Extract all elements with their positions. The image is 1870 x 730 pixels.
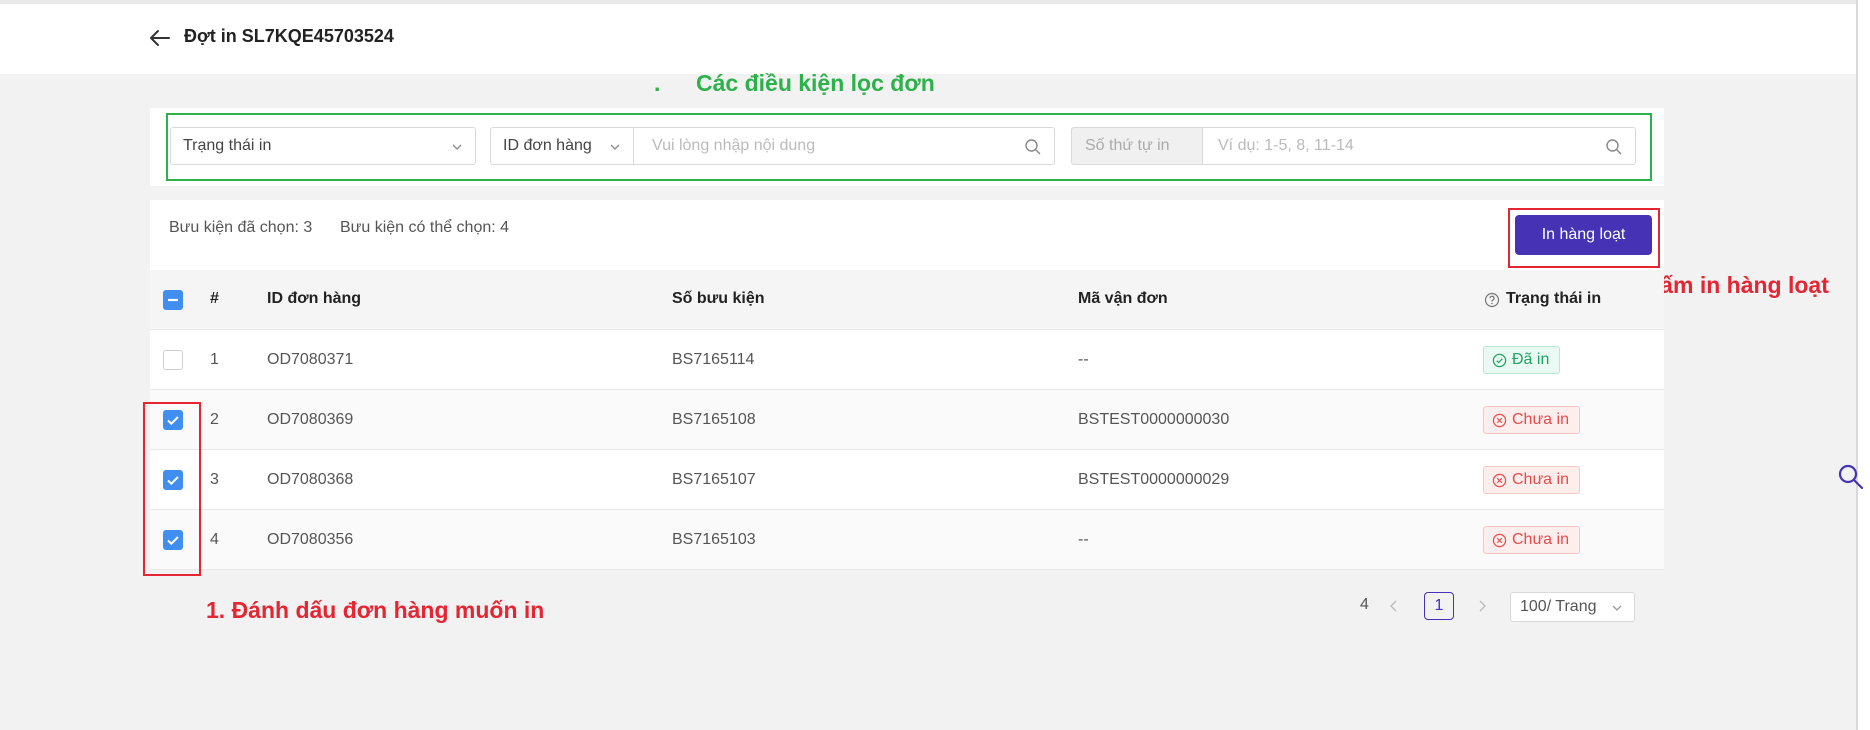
check-circle-icon [1492,353,1507,367]
status-badge: Chưa in [1483,406,1580,434]
table-row[interactable] [150,330,1664,390]
col-header-parcel-no: Số bưu kiện [672,290,765,307]
search-input-placeholder: Vui lòng nhập nội dung [652,137,816,154]
table-row[interactable] [150,510,1664,570]
row-tracking: -- [1078,531,1089,548]
status-badge: Đã in [1483,346,1561,374]
row-tracking: BSTEST0000000029 [1078,471,1230,488]
select-all-checkbox[interactable] [163,290,183,310]
annotation-step1: 1. Đánh dấu đơn hàng muốn in [206,597,545,623]
row-tracking: -- [1078,351,1089,368]
checkbox-highlight-box [143,402,201,576]
page-size-value: 100/ Trang [1520,598,1597,615]
col-header-status: Trạng thái in [1506,290,1602,307]
col-header-tracking: Mã vận đơn [1078,290,1168,307]
row-parcel-no: BS7165114 [672,351,755,368]
row-order-id: OD7080368 [267,471,354,488]
annotation-dot: . [654,70,661,96]
row-order-id: OD7080356 [267,531,354,548]
x-circle-icon [1492,533,1507,547]
bulk-print-button[interactable]: In hàng loạt [1515,215,1652,255]
row-parcel-no: BS7165107 [672,471,756,488]
row-parcel-no: BS7165108 [672,411,756,428]
print-sequence-placeholder: Ví dụ: 1-5, 8, 11-14 [1218,137,1354,154]
status-badge: Chưa in [1483,466,1580,494]
table-header [150,270,1664,330]
available-parcels-count: Bưu kiện có thể chọn: 4 [340,219,510,236]
right-edge-divider [1856,0,1858,730]
page-size-select[interactable]: 100/ Trang [1510,592,1635,622]
chevron-left-icon[interactable] [1384,596,1404,616]
table-row[interactable] [150,390,1664,450]
status-badge-label: Đã in [1512,351,1550,368]
row-checkbox[interactable] [163,350,183,370]
selected-parcels-count: Bưu kiện đã chọn: 3 [169,219,313,236]
pagination-total: 4 [1360,596,1369,613]
pagination-page-1[interactable]: 1 [1424,592,1454,620]
right-edge-strip [1856,0,1870,730]
x-circle-icon [1492,473,1507,487]
status-badge-label: Chưa in [1512,471,1569,488]
status-badge-label: Chưa in [1512,411,1569,428]
row-order-id: OD7080371 [267,351,354,368]
print-status-select[interactable]: Trạng thái in [170,127,476,165]
chevron-right-icon[interactable] [1472,596,1492,616]
row-index: 3 [210,471,219,488]
search-field-select[interactable]: ID đơn hàng [490,127,634,165]
row-order-id: OD7080369 [267,411,354,428]
print-sequence-input[interactable]: Ví dụ: 1-5, 8, 11-14 [1202,127,1636,165]
help-circle-icon[interactable] [1484,292,1500,308]
indeterminate-icon [168,298,178,302]
floating-search-icon[interactable] [1836,462,1866,492]
search-icon[interactable] [1605,138,1623,156]
chevron-down-icon [1612,605,1622,611]
search-input[interactable]: Vui lòng nhập nội dung [633,127,1055,165]
page-title: Đợt in SL7KQE45703524 [184,26,394,46]
annotation-filter-conditions: Các điều kiện lọc đơn [696,70,935,96]
search-field-select-value: ID đơn hàng [503,137,592,154]
col-header-order-id: ID đơn hàng [267,290,362,307]
row-tracking: BSTEST0000000030 [1078,411,1230,428]
row-index: 1 [210,351,219,368]
row-index: 2 [210,411,219,428]
x-circle-icon [1492,413,1507,427]
print-sequence-label: Số thứ tự in [1071,127,1203,165]
back-arrow-icon[interactable] [148,26,172,50]
row-parcel-no: BS7165103 [672,531,756,548]
print-status-select-value: Trạng thái in [183,137,272,154]
status-badge: Chưa in [1483,526,1580,554]
chevron-down-icon [610,144,620,150]
chevron-down-icon [452,144,462,150]
row-index: 4 [210,531,219,548]
table-row[interactable] [150,450,1664,510]
col-header-index: # [210,290,219,307]
search-icon[interactable] [1024,138,1042,156]
status-badge-label: Chưa in [1512,531,1569,548]
